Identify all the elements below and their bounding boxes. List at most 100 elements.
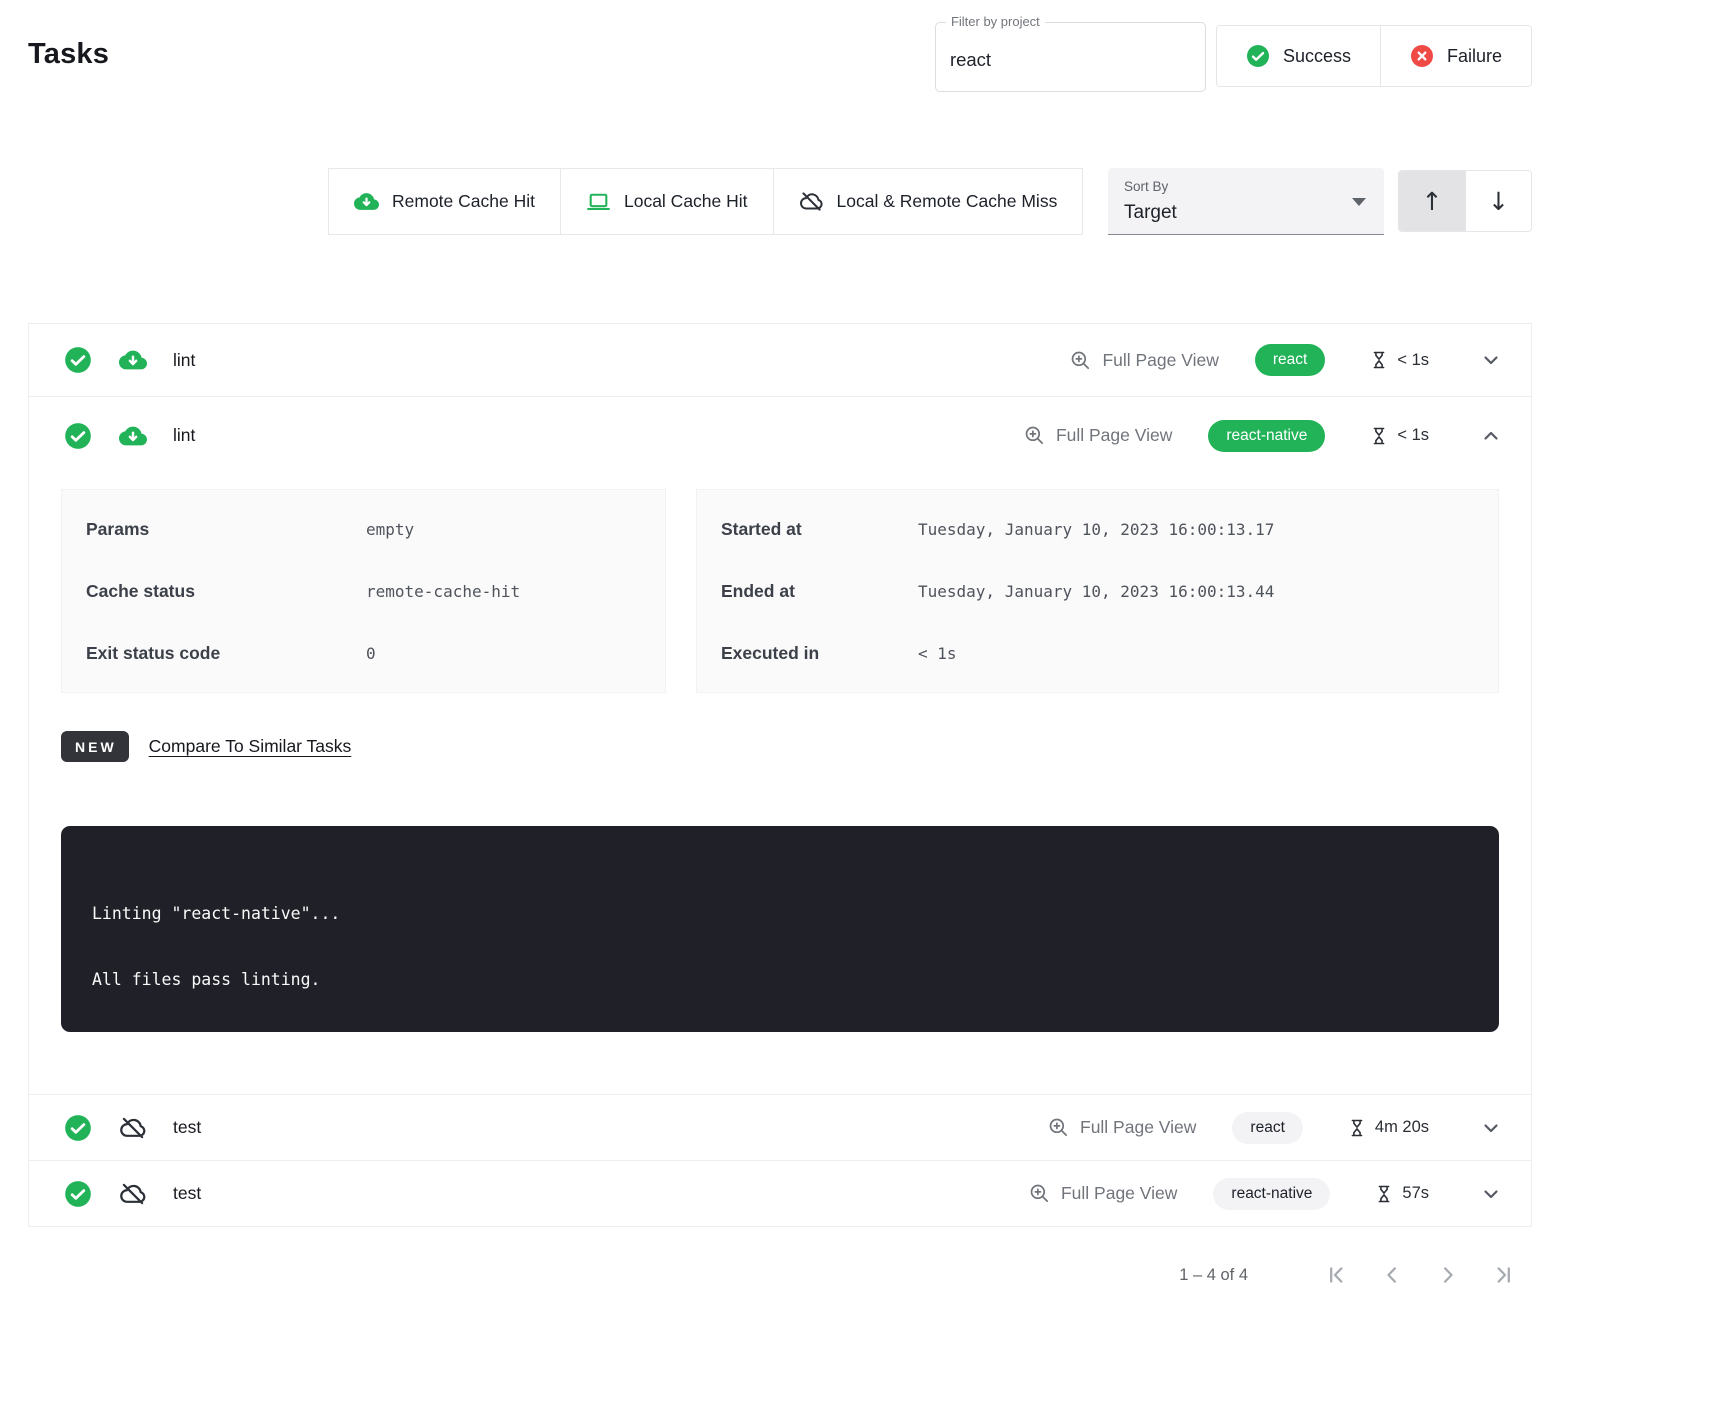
task-duration: < 1s bbox=[1369, 350, 1429, 370]
task-row-actions: Full Page View react < 1s bbox=[1069, 344, 1503, 376]
compare-to-similar-tasks-link[interactable]: Compare To Similar Tasks bbox=[149, 736, 352, 757]
started-at-value: Tuesday, January 10, 2023 16:00:13.17 bbox=[918, 520, 1274, 539]
local-cache-hit-filter-button[interactable]: Local Cache Hit bbox=[560, 169, 773, 234]
task-name: lint bbox=[173, 425, 195, 446]
project-badge[interactable]: react-native bbox=[1213, 1178, 1330, 1210]
cloud-download-icon bbox=[119, 422, 147, 450]
last-page-button[interactable] bbox=[1492, 1263, 1516, 1287]
params-row: Params empty bbox=[86, 498, 641, 560]
task-meta-card: Params empty Cache status remote-cache-h… bbox=[61, 489, 666, 693]
executed-in-label: Executed in bbox=[721, 643, 918, 664]
chevron-down-icon[interactable] bbox=[1479, 1182, 1503, 1206]
full-page-view-label: Full Page View bbox=[1080, 1117, 1196, 1138]
failure-x-icon bbox=[1410, 44, 1434, 68]
first-page-button[interactable] bbox=[1324, 1263, 1348, 1287]
cache-status-label: Cache status bbox=[86, 581, 366, 602]
cache-status-row: Cache status remote-cache-hit bbox=[86, 560, 641, 622]
task-name: test bbox=[173, 1183, 201, 1204]
cloud-download-icon bbox=[119, 346, 147, 374]
new-badge: NEW bbox=[61, 731, 129, 762]
header-filters: Filter by project Success Failure bbox=[935, 20, 1532, 92]
chevron-down-icon[interactable] bbox=[1479, 348, 1503, 372]
success-check-icon bbox=[1246, 44, 1270, 68]
exit-code-value: 0 bbox=[366, 644, 376, 663]
failure-filter-button[interactable]: Failure bbox=[1380, 26, 1531, 86]
sort-direction-group: ↑ ↓ bbox=[1398, 170, 1532, 232]
task-duration: < 1s bbox=[1369, 426, 1429, 446]
task-row-test-react[interactable]: test Full Page View react 4m 20s bbox=[29, 1094, 1531, 1160]
full-page-view-label: Full Page View bbox=[1061, 1183, 1177, 1204]
success-check-icon bbox=[64, 346, 92, 374]
zoom-in-icon bbox=[1069, 349, 1092, 372]
sort-ascending-button[interactable]: ↑ bbox=[1399, 171, 1465, 231]
sort-by-select[interactable]: Sort By Target bbox=[1108, 168, 1384, 235]
pagination-range-label: 1 – 4 of 4 bbox=[1179, 1266, 1248, 1285]
next-page-button[interactable] bbox=[1436, 1263, 1460, 1287]
project-filter-input[interactable] bbox=[936, 23, 1205, 91]
chevron-down-icon[interactable] bbox=[1479, 1116, 1503, 1140]
task-row-test-react-native[interactable]: test Full Page View react-native 57s bbox=[29, 1160, 1531, 1226]
hourglass-icon bbox=[1374, 1184, 1394, 1204]
last-page-icon bbox=[1492, 1263, 1516, 1287]
task-duration-value: 4m 20s bbox=[1375, 1118, 1429, 1137]
task-row-actions: Full Page View react-native 57s bbox=[1028, 1178, 1503, 1210]
local-cache-hit-label: Local Cache Hit bbox=[624, 191, 748, 212]
failure-filter-label: Failure bbox=[1447, 46, 1502, 67]
full-page-view-link[interactable]: Full Page View bbox=[1028, 1182, 1177, 1205]
remote-cache-hit-filter-button[interactable]: Remote Cache Hit bbox=[329, 169, 560, 234]
ended-at-label: Ended at bbox=[721, 581, 918, 602]
full-page-view-link[interactable]: Full Page View bbox=[1023, 424, 1172, 447]
sort-descending-button[interactable]: ↓ bbox=[1465, 171, 1531, 231]
project-badge[interactable]: react bbox=[1232, 1112, 1302, 1144]
executed-in-row: Executed in < 1s bbox=[721, 622, 1474, 684]
task-duration-value: < 1s bbox=[1397, 426, 1429, 445]
pagination: 1 – 4 of 4 bbox=[28, 1263, 1532, 1287]
cache-miss-label: Local & Remote Cache Miss bbox=[837, 191, 1058, 212]
toolbar: Remote Cache Hit Local Cache Hit Local &… bbox=[28, 168, 1532, 235]
success-check-icon bbox=[64, 1180, 92, 1208]
full-page-view-label: Full Page View bbox=[1102, 350, 1218, 371]
started-at-row: Started at Tuesday, January 10, 2023 16:… bbox=[721, 498, 1474, 560]
detail-cards: Params empty Cache status remote-cache-h… bbox=[61, 489, 1499, 693]
previous-page-button[interactable] bbox=[1380, 1263, 1404, 1287]
ended-at-value: Tuesday, January 10, 2023 16:00:13.44 bbox=[918, 582, 1274, 601]
chevron-up-icon[interactable] bbox=[1479, 424, 1503, 448]
full-page-view-link[interactable]: Full Page View bbox=[1047, 1116, 1196, 1139]
full-page-view-label: Full Page View bbox=[1056, 425, 1172, 446]
cloud-off-icon bbox=[119, 1114, 147, 1142]
compare-row: NEW Compare To Similar Tasks bbox=[61, 731, 1499, 762]
sort-by-label: Sort By bbox=[1124, 179, 1168, 194]
params-value: empty bbox=[366, 520, 414, 539]
task-row-actions: Full Page View react 4m 20s bbox=[1047, 1112, 1503, 1144]
previous-page-icon bbox=[1380, 1263, 1404, 1287]
executed-in-value: < 1s bbox=[918, 644, 957, 663]
task-row-actions: Full Page View react-native < 1s bbox=[1023, 420, 1503, 452]
started-at-label: Started at bbox=[721, 519, 918, 540]
cloud-off-icon bbox=[799, 189, 824, 214]
task-duration-value: < 1s bbox=[1397, 351, 1429, 370]
success-filter-button[interactable]: Success bbox=[1217, 26, 1380, 86]
task-row-lint-react-native[interactable]: lint Full Page View react-native < 1s bbox=[29, 396, 1531, 474]
terminal-line: All files pass linting. bbox=[92, 970, 1468, 990]
next-page-icon bbox=[1436, 1263, 1460, 1287]
exit-code-label: Exit status code bbox=[86, 643, 366, 664]
full-page-view-link[interactable]: Full Page View bbox=[1069, 349, 1218, 372]
success-filter-label: Success bbox=[1283, 46, 1351, 67]
cache-miss-filter-button[interactable]: Local & Remote Cache Miss bbox=[773, 169, 1083, 234]
task-row-lint-react[interactable]: lint Full Page View react < 1s bbox=[29, 324, 1531, 396]
task-detail-panel: Params empty Cache status remote-cache-h… bbox=[29, 474, 1531, 1094]
status-filter-group: Success Failure bbox=[1216, 25, 1532, 87]
dropdown-caret-icon bbox=[1352, 198, 1366, 206]
hourglass-icon bbox=[1347, 1118, 1367, 1138]
task-list: lint Full Page View react < 1s lint bbox=[28, 323, 1532, 1227]
success-check-icon bbox=[64, 422, 92, 450]
hourglass-icon bbox=[1369, 350, 1389, 370]
cache-filter-group: Remote Cache Hit Local Cache Hit Local &… bbox=[328, 168, 1083, 235]
project-filter-label: Filter by project bbox=[946, 14, 1045, 29]
ended-at-row: Ended at Tuesday, January 10, 2023 16:00… bbox=[721, 560, 1474, 622]
project-badge[interactable]: react-native bbox=[1208, 420, 1325, 452]
success-check-icon bbox=[64, 1114, 92, 1142]
zoom-in-icon bbox=[1047, 1116, 1070, 1139]
project-badge[interactable]: react bbox=[1255, 344, 1325, 376]
zoom-in-icon bbox=[1023, 424, 1046, 447]
